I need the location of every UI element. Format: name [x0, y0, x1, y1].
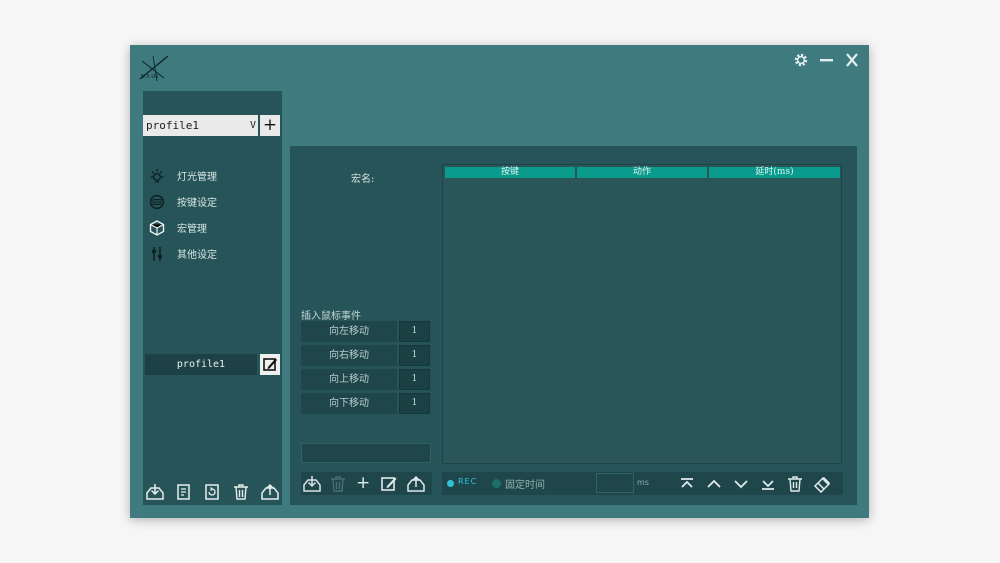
close-icon[interactable]: [845, 52, 859, 68]
macro-list-toolbar: +: [301, 472, 432, 495]
edit-icon[interactable]: [379, 474, 399, 494]
insert-mouse-event-label: 插入鼠标事件: [301, 311, 361, 322]
export-icon[interactable]: [260, 482, 280, 502]
macro-event-table[interactable]: 按键 动作 延时(ms): [442, 164, 842, 464]
ms-unit-label: ms: [637, 478, 649, 487]
chevron-down-icon: V: [249, 120, 256, 131]
trash-icon[interactable]: [231, 482, 251, 502]
add-macro-button[interactable]: +: [356, 472, 370, 494]
rec-label: REC: [458, 477, 478, 486]
cube-icon: [149, 220, 165, 236]
fixed-time-input[interactable]: [596, 473, 634, 493]
macro-panel: 宏名: 插入鼠标事件 向左移动 1 向右移动 1 向上移动 1 向下移动 1 +: [290, 146, 857, 505]
move-up-icon[interactable]: [705, 475, 723, 493]
profile-dropdown[interactable]: profile1 V: [143, 115, 258, 136]
sidebar-item-label: 宏管理: [177, 224, 207, 235]
sliders-icon: [152, 247, 162, 261]
macro-name-label: 宏名:: [351, 174, 375, 185]
sidebar-item-label: 按键设定: [177, 198, 217, 209]
move-up-button[interactable]: 向上移动: [301, 369, 397, 390]
eraser-icon[interactable]: [813, 475, 831, 493]
column-header-key: 按键: [445, 167, 575, 178]
move-left-button[interactable]: 向左移动: [301, 321, 397, 342]
app-window: N·X·US profile1 V + 灯光管理 按键设定 宏管理 其他设定 p…: [130, 45, 869, 518]
import-icon[interactable]: [145, 482, 165, 502]
sidebar-item-lighting[interactable]: 灯光管理: [148, 167, 278, 187]
move-up-value[interactable]: 1: [399, 369, 430, 390]
sidebar-item-label: 其他设定: [177, 250, 217, 261]
export-icon[interactable]: [406, 474, 426, 494]
trash-icon[interactable]: [328, 474, 348, 494]
move-to-bottom-icon[interactable]: [759, 475, 777, 493]
refresh-icon[interactable]: [202, 482, 222, 502]
macro-list-field[interactable]: [301, 443, 431, 463]
logo-text: N·X·US: [141, 74, 159, 80]
sidebar-item-keys[interactable]: 按键设定: [148, 193, 278, 213]
move-down-value[interactable]: 1: [399, 393, 430, 414]
sidebar: profile1 V + 灯光管理 按键设定 宏管理 其他设定 profile1: [143, 91, 282, 505]
column-header-delay: 延时(ms): [709, 167, 840, 178]
column-header-action: 动作: [577, 167, 707, 178]
trash-icon[interactable]: [786, 475, 804, 493]
current-profile-name: profile1: [145, 354, 257, 375]
move-down-icon[interactable]: [732, 475, 750, 493]
minimize-icon[interactable]: [819, 52, 834, 68]
move-right-value[interactable]: 1: [399, 345, 430, 366]
keyboard-icon: [149, 194, 165, 210]
move-to-top-icon[interactable]: [678, 475, 696, 493]
add-profile-button[interactable]: +: [260, 115, 280, 136]
copy-icon[interactable]: [174, 482, 194, 502]
move-left-value[interactable]: 1: [399, 321, 430, 342]
move-right-button[interactable]: 向右移动: [301, 345, 397, 366]
light-bulb-icon: [150, 169, 164, 183]
import-icon[interactable]: [302, 474, 322, 494]
profile-dropdown-value: profile1: [146, 119, 199, 132]
macro-edit-toolbar: REC 固定时间 ms: [442, 472, 843, 495]
sidebar-item-label: 灯光管理: [177, 172, 217, 183]
sidebar-toolbar: [143, 479, 282, 505]
fixed-time-label: 固定时间: [505, 480, 545, 491]
edit-profile-icon[interactable]: [260, 354, 280, 375]
sidebar-item-macros[interactable]: 宏管理: [148, 219, 278, 239]
settings-gear-icon[interactable]: [793, 52, 809, 68]
rec-indicator[interactable]: [447, 480, 454, 487]
fixed-time-radio[interactable]: [492, 479, 501, 488]
sidebar-item-other[interactable]: 其他设定: [148, 245, 278, 265]
move-down-button[interactable]: 向下移动: [301, 393, 397, 414]
